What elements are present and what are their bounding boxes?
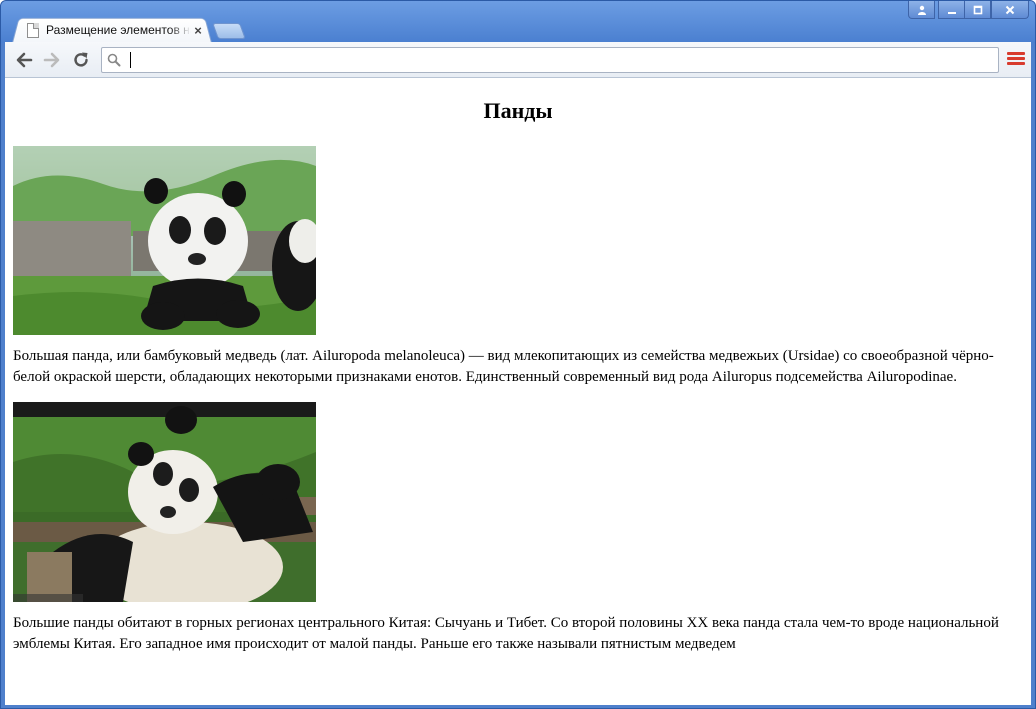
search-icon (102, 53, 126, 67)
arrow-right-icon (43, 52, 60, 68)
paragraph-2: Большие панды обитают в горных регионах … (13, 615, 999, 652)
paragraph-1: Большая панда, или бамбуковый медведь (л… (13, 348, 994, 385)
page-icon (27, 22, 39, 38)
browser-window: Размещение элементов на × Панды Большая … (0, 0, 1036, 709)
reload-icon (74, 52, 88, 67)
page-viewport: Панды Большая панда, или бамбуковый медв… (5, 78, 1031, 705)
arrow-left-icon (16, 52, 33, 68)
reload-button[interactable] (71, 50, 91, 70)
tab-title: Размещение элементов на (46, 23, 191, 37)
toolbar (5, 42, 1031, 78)
panda-photo-2 (13, 402, 316, 602)
new-tab-button[interactable] (212, 23, 246, 39)
minimize-icon[interactable] (938, 1, 965, 19)
panda-photo-1 (13, 146, 316, 335)
forward-button[interactable] (42, 50, 62, 70)
address-bar[interactable] (101, 47, 999, 73)
tab-content[interactable]: Размещение элементов на × (23, 20, 207, 40)
user-icon[interactable] (908, 1, 935, 19)
page-content: Панды Большая панда, или бамбуковый медв… (5, 98, 1031, 655)
hamburger-menu-icon[interactable] (1007, 52, 1025, 68)
back-button[interactable] (14, 50, 34, 70)
maximize-icon[interactable] (964, 1, 991, 19)
close-icon[interactable] (991, 1, 1029, 19)
text-caret (130, 52, 131, 68)
tab-close-icon[interactable]: × (191, 23, 205, 38)
page-title: Панды (483, 98, 553, 123)
address-input[interactable] (126, 50, 998, 70)
